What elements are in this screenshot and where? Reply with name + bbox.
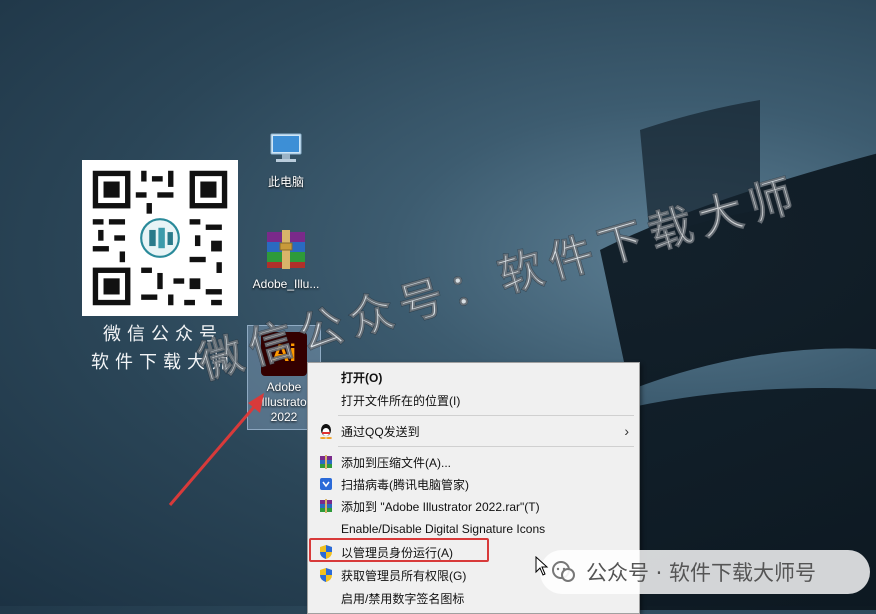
uac-shield-icon: [316, 567, 336, 583]
wechat-badge-text: 公众号 · 软件下载大师号: [586, 561, 817, 585]
qr-code: [82, 160, 238, 316]
winrar-icon: [316, 498, 336, 514]
menu-item-send-via-qq[interactable]: 通过QQ发送到 ›: [308, 420, 639, 442]
menu-separator: [338, 415, 634, 416]
tencent-shield-icon: [316, 476, 336, 492]
desktop-icon-this-pc[interactable]: 此电脑: [256, 132, 316, 189]
menu-item-digital-signature-icons[interactable]: Enable/Disable Digital Signature Icons: [308, 518, 639, 540]
computer-icon: [270, 133, 302, 162]
desktop-icon-label: 此电脑: [267, 175, 304, 189]
desktop: 微信公众号 软件下载大师 此电脑 Adobe_Illu... Ai Adobe …: [0, 0, 876, 614]
menu-item-add-to-rar[interactable]: 添加到 "Adobe Illustrator 2022.rar"(T): [308, 495, 639, 517]
desktop-icon-label: Adobe_Illu...: [252, 277, 320, 291]
submenu-arrow-icon: ›: [624, 423, 629, 439]
desktop-icon-rar-archive[interactable]: Adobe_Illu...: [246, 228, 326, 291]
menu-item-open-file-location[interactable]: 打开文件所在的位置(I): [308, 389, 639, 411]
wechat-official-account-badge: 公众号 · 软件下载大师号: [540, 550, 870, 594]
menu-separator: [338, 446, 634, 447]
red-arrow-annotation: [168, 393, 264, 506]
mouse-cursor-icon: [535, 556, 549, 576]
menu-item-scan-virus[interactable]: 扫描病毒(腾讯电脑管家): [308, 473, 639, 495]
winrar-icon: [316, 454, 336, 470]
qq-penguin-icon: [316, 423, 336, 439]
winrar-icon: [267, 230, 305, 269]
highlight-box-run-as-admin: [309, 538, 489, 562]
menu-item-add-to-archive[interactable]: 添加到压缩文件(A)...: [308, 451, 639, 473]
wechat-icon: [552, 561, 575, 582]
menu-item-open[interactable]: 打开(O): [308, 366, 639, 388]
